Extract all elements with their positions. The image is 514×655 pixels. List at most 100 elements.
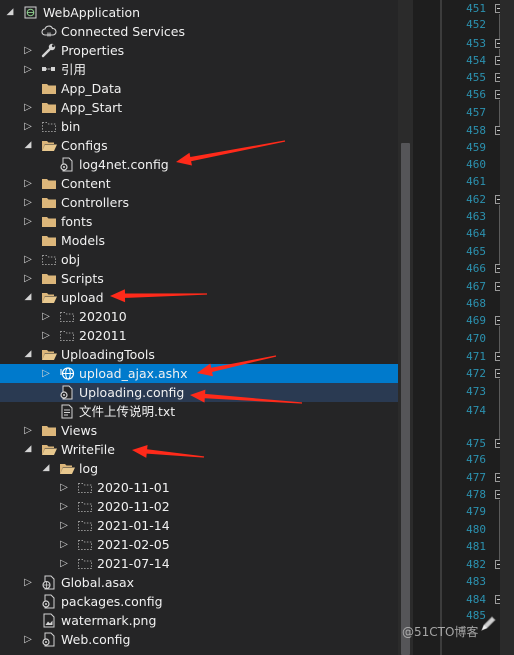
- tree-item[interactable]: 文件上传说明.txt: [0, 402, 398, 421]
- tree-item[interactable]: Uploading.config: [0, 383, 398, 402]
- tree-item-label: 2020-11-01: [97, 480, 170, 495]
- tree-item[interactable]: ▷ Views: [0, 421, 398, 440]
- tree-item[interactable]: Connected Services: [0, 22, 398, 41]
- tree-item[interactable]: ▷ Global.asax: [0, 573, 398, 592]
- tree-item-label: 202011: [79, 328, 127, 343]
- explorer-scrollbar-thumb[interactable]: [401, 143, 410, 655]
- watermark-text: @51CTO博客: [402, 625, 479, 639]
- line-number: 469: [466, 314, 486, 327]
- tree-item-label: Models: [61, 233, 106, 248]
- collapse-arrow-icon[interactable]: ◢: [22, 136, 34, 155]
- tree-item[interactable]: ▷ Content: [0, 174, 398, 193]
- expand-arrow-icon[interactable]: ▷: [40, 364, 52, 383]
- expand-arrow-icon[interactable]: ▷: [22, 269, 34, 288]
- collapse-arrow-icon[interactable]: ◢: [22, 288, 34, 307]
- tree-item[interactable]: ◢ UploadingTools: [0, 345, 398, 364]
- expand-arrow-icon[interactable]: ▷: [22, 250, 34, 269]
- collapse-arrow-icon[interactable]: ◢: [40, 459, 52, 478]
- tree-item-label: obj: [61, 252, 81, 267]
- tree-item-label: Properties: [61, 43, 125, 58]
- tree-item-label: fonts: [61, 214, 93, 229]
- folder-open-icon: [41, 347, 57, 362]
- tree-item[interactable]: ▷ Web.config: [0, 630, 398, 649]
- tree-item[interactable]: ▷ Properties: [0, 41, 398, 60]
- expand-arrow-icon[interactable]: ▷: [22, 193, 34, 212]
- tree-item[interactable]: ▷ fonts: [0, 212, 398, 231]
- expand-arrow-icon[interactable]: ▷: [22, 98, 34, 117]
- hidden-folder-icon: [59, 309, 75, 324]
- line-number: 458: [466, 124, 486, 137]
- editor-right-strip: [500, 0, 514, 655]
- collapse-arrow-icon[interactable]: ◢: [22, 440, 34, 459]
- tree-item-label: WriteFile: [61, 442, 115, 457]
- line-number: 467: [466, 280, 486, 293]
- tree-item[interactable]: ▷ 2020-11-01: [0, 478, 398, 497]
- folder-icon: [41, 423, 57, 438]
- tree-item[interactable]: ▷ upload_ajax.ashx: [0, 364, 398, 383]
- tree-item[interactable]: App_Data: [0, 79, 398, 98]
- expand-arrow-icon[interactable]: ▷: [22, 212, 34, 231]
- tree-item[interactable]: ▷ Controllers: [0, 193, 398, 212]
- folder-open-icon: [41, 138, 57, 153]
- hidden-folder-icon: [59, 328, 75, 343]
- tree-item[interactable]: ▷ 2021-01-14: [0, 516, 398, 535]
- line-number: 483: [466, 575, 486, 588]
- tree-item[interactable]: ▷ 2021-07-14: [0, 554, 398, 573]
- config-file-icon: [41, 632, 57, 647]
- expand-arrow-icon[interactable]: ▷: [22, 60, 34, 79]
- tree-item[interactable]: Models: [0, 231, 398, 250]
- expand-arrow-icon[interactable]: ▷: [40, 326, 52, 345]
- expand-arrow-icon[interactable]: ▷: [58, 535, 70, 554]
- tree-item[interactable]: ◢ Configs: [0, 136, 398, 155]
- expand-arrow-icon[interactable]: ▷: [22, 174, 34, 193]
- expand-arrow-icon[interactable]: ▷: [58, 478, 70, 497]
- expand-arrow-icon[interactable]: ▷: [58, 497, 70, 516]
- tree-item[interactable]: ▷ 2020-11-02: [0, 497, 398, 516]
- line-number: 471: [466, 350, 486, 363]
- tree-item[interactable]: ◢ WebApplication: [0, 3, 398, 22]
- tree-item[interactable]: ▷ 202011: [0, 326, 398, 345]
- tree-item-label: Controllers: [61, 195, 129, 210]
- wrench-icon: [41, 43, 57, 58]
- line-number: 454: [466, 54, 486, 67]
- line-number: 472: [466, 367, 486, 380]
- tree-item[interactable]: ◢ WriteFile: [0, 440, 398, 459]
- collapse-arrow-icon[interactable]: ◢: [22, 345, 34, 364]
- tree-item[interactable]: ▷ Scripts: [0, 269, 398, 288]
- tree-item-label: App_Start: [61, 100, 123, 115]
- expand-arrow-icon[interactable]: ▷: [58, 554, 70, 573]
- hidden-folder-icon: [41, 119, 57, 134]
- line-number: 465: [466, 245, 486, 258]
- connected-services-icon: [41, 24, 57, 39]
- expand-arrow-icon[interactable]: ▷: [58, 516, 70, 535]
- expand-arrow-icon[interactable]: ▷: [22, 573, 34, 592]
- expand-arrow-icon[interactable]: ▷: [22, 421, 34, 440]
- project-icon: [23, 5, 39, 20]
- tree-item-label: packages.config: [61, 594, 163, 609]
- config-file-icon: [59, 385, 75, 400]
- line-number: 461: [466, 175, 486, 188]
- tree-item[interactable]: ▷ 2021-02-05: [0, 535, 398, 554]
- tree-item[interactable]: ▷ App_Start: [0, 98, 398, 117]
- tree-item[interactable]: packages.config: [0, 592, 398, 611]
- tree-item[interactable]: ◢ log: [0, 459, 398, 478]
- line-number: 473: [466, 385, 486, 398]
- tree-item[interactable]: ▷ bin: [0, 117, 398, 136]
- web-handler-icon: [59, 366, 75, 381]
- line-number: 466: [466, 262, 486, 275]
- expand-arrow-icon[interactable]: ▷: [22, 630, 34, 649]
- tree-item[interactable]: ▷ 引用: [0, 60, 398, 79]
- folder-icon: [41, 176, 57, 191]
- expand-arrow-icon[interactable]: ▷: [22, 117, 34, 136]
- line-number: 476: [466, 453, 486, 466]
- expand-arrow-icon[interactable]: ▷: [40, 307, 52, 326]
- expand-arrow-icon[interactable]: ▷: [22, 41, 34, 60]
- collapse-arrow-icon[interactable]: ◢: [4, 3, 16, 22]
- tree-item[interactable]: log4net.config: [0, 155, 398, 174]
- tree-item[interactable]: watermark.png: [0, 611, 398, 630]
- tree-item[interactable]: ▷ 202010: [0, 307, 398, 326]
- tree-item[interactable]: ▷ obj: [0, 250, 398, 269]
- tree-item-label: App_Data: [61, 81, 122, 96]
- tree-item[interactable]: ◢ upload: [0, 288, 398, 307]
- line-number: 484: [466, 593, 486, 606]
